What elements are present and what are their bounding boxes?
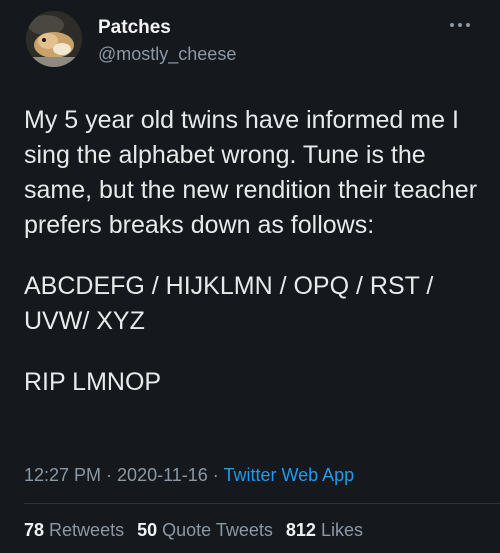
tweet-paragraph: My 5 year old twins have informed me I s… (24, 106, 478, 239)
display-name[interactable]: Patches (98, 16, 236, 40)
tweet-card: Patches @mostly_cheese My 5 year old twi… (0, 0, 500, 553)
more-options-icon[interactable] (448, 18, 472, 32)
tweet-metadata: 12:27 PM · 2020-11-16 · Twitter Web App (24, 465, 354, 486)
source-app-link[interactable]: Twitter Web App (223, 465, 354, 485)
meta-separator: · (207, 465, 224, 485)
retweets-stat[interactable]: 78 Retweets (24, 520, 124, 540)
retweets-label: Retweets (49, 520, 125, 540)
meta-separator: · (101, 465, 118, 485)
user-info[interactable]: Patches @mostly_cheese (98, 16, 236, 66)
tweet-text: My 5 year old twins have informed me I s… (24, 103, 479, 400)
quote-tweets-count: 50 (137, 520, 158, 540)
quote-tweets-label: Quote Tweets (162, 520, 273, 540)
quote-tweets-stat[interactable]: 50 Quote Tweets (137, 520, 273, 540)
user-handle[interactable]: @mostly_cheese (98, 42, 236, 66)
tweet-date[interactable]: 2020-11-16 (117, 465, 208, 485)
tweet-paragraph: ABCDEFG / HIJKLMN / OPQ / RST / UVW/ XYZ (24, 272, 434, 335)
likes-label: Likes (320, 520, 363, 540)
hamster-avatar[interactable] (26, 11, 82, 67)
tweet-time[interactable]: 12:27 PM (24, 465, 101, 485)
tweet-paragraph: RIP LMNOP (24, 368, 162, 396)
engagement-stats: 78 Retweets 50 Quote Tweets 812 Likes (24, 520, 371, 541)
avatar-image (26, 11, 82, 67)
retweets-count: 78 (24, 520, 45, 540)
likes-count: 812 (285, 520, 316, 540)
divider (24, 503, 500, 504)
likes-stat[interactable]: 812 Likes (286, 520, 363, 540)
